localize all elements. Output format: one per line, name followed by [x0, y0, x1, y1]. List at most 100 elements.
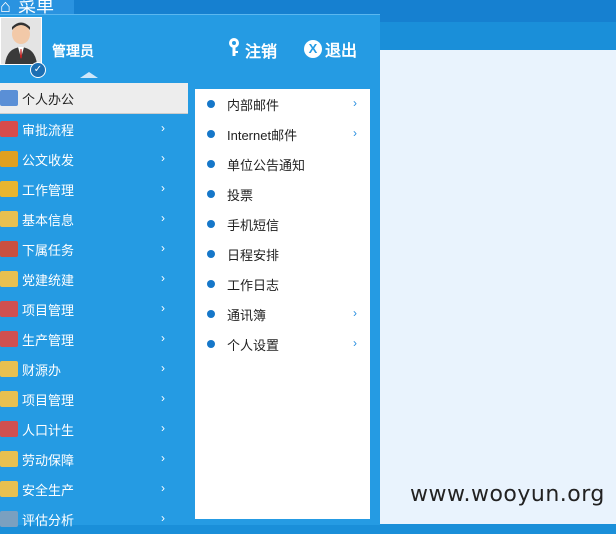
sidebar-item-label: 项目管理 — [22, 302, 75, 318]
chevron-right-icon: › — [161, 151, 165, 165]
menu-item-icon — [0, 271, 18, 287]
watermark: www.wooyun.org — [410, 482, 605, 507]
chevron-right-icon: › — [161, 271, 165, 285]
logoff-label: 注销 — [245, 43, 278, 61]
chevron-right-icon: › — [353, 96, 357, 110]
chevron-right-icon: › — [161, 181, 165, 195]
sidebar-item[interactable]: 劳动保障 › — [0, 444, 188, 474]
bullet-icon — [207, 340, 215, 348]
chevron-right-icon: › — [353, 126, 357, 140]
sidebar-item-label: 财源办 — [22, 362, 62, 378]
bullet-icon — [207, 280, 215, 288]
logoff-button[interactable]: 注销 — [226, 37, 277, 62]
caret-up-icon — [80, 72, 98, 78]
sidebar-item[interactable]: 评估分析 › — [0, 504, 188, 534]
menu-item-icon — [0, 421, 18, 437]
submenu-item[interactable]: 日程安排 — [195, 239, 370, 269]
chevron-right-icon: › — [161, 391, 165, 405]
submenu-item[interactable]: 通讯簿 › — [195, 299, 370, 329]
submenu-item[interactable]: 单位公告通知 — [195, 149, 370, 179]
menu-tab[interactable]: ⌂ 菜单 — [0, 0, 74, 14]
chevron-right-icon: › — [161, 331, 165, 345]
menu-item-icon — [0, 301, 18, 317]
chevron-right-icon: › — [161, 121, 165, 135]
bullet-icon — [207, 100, 215, 108]
sidebar-item[interactable]: 生产管理 › — [0, 324, 188, 354]
sidebar-item[interactable]: 下属任务 › — [0, 234, 188, 264]
menu-item-icon — [0, 511, 18, 527]
sidebar-item-label: 安全生产 — [22, 482, 75, 498]
sidebar-item[interactable]: 工作管理 › — [0, 174, 188, 204]
bullet-icon — [207, 310, 215, 318]
submenu-item[interactable]: Internet邮件 › — [195, 119, 370, 149]
menu-item-icon — [0, 331, 18, 347]
sidebar-item-label: 审批流程 — [22, 122, 75, 138]
chevron-right-icon: › — [161, 211, 165, 225]
sidebar-item-label: 个人办公 — [22, 91, 75, 107]
left-menu: 个人办公 审批流程 › 公文收发 › 工作管理 › 基本信息 › 下属任务 › 党建统建 › 项目管理 › 生… — [0, 83, 188, 534]
avatar-check-icon: ✓ — [30, 62, 46, 78]
submenu-item-label: 工作日志 — [227, 277, 280, 293]
sidebar-item-label: 工作管理 — [22, 182, 75, 198]
bullet-icon — [207, 160, 215, 168]
bullet-icon — [207, 220, 215, 228]
submenu-item-label: 手机短信 — [227, 217, 280, 233]
sidebar-item-label: 下属任务 — [22, 242, 75, 258]
sidebar-item[interactable]: 审批流程 › — [0, 114, 188, 144]
sidebar-item[interactable]: 个人办公 — [0, 83, 188, 114]
chevron-right-icon: › — [353, 336, 357, 350]
menu-item-icon — [0, 151, 18, 167]
sidebar-item[interactable]: 项目管理 › — [0, 294, 188, 324]
sidebar-item[interactable]: 财源办 › — [0, 354, 188, 384]
sub-menu: 内部邮件 › Internet邮件 › 单位公告通知 投票手机短信日程安排工作日志通讯簿 ›… — [195, 89, 370, 519]
menu-item-icon — [0, 361, 18, 377]
sidebar-item-label: 公文收发 — [22, 152, 75, 168]
sidebar-item[interactable]: 人口计生 › — [0, 414, 188, 444]
chevron-right-icon: › — [161, 421, 165, 435]
user-name: 管理员 — [52, 43, 94, 59]
submenu-item-label: 投票 — [227, 187, 254, 203]
chevron-right-icon: › — [161, 451, 165, 465]
chevron-right-icon: › — [161, 511, 165, 525]
submenu-item-label: 个人设置 — [227, 337, 280, 353]
sidebar-item[interactable]: 公文收发 › — [0, 144, 188, 174]
key-icon — [226, 37, 242, 62]
menu-item-icon — [0, 451, 18, 467]
chevron-right-icon: › — [161, 301, 165, 315]
sidebar-item-label: 评估分析 — [22, 512, 75, 528]
sidebar-item[interactable]: 基本信息 › — [0, 204, 188, 234]
menu-item-icon — [0, 211, 18, 227]
chevron-right-icon: › — [161, 241, 165, 255]
bullet-icon — [207, 130, 215, 138]
sidebar-item[interactable]: 安全生产 › — [0, 474, 188, 504]
sidebar-item[interactable]: 项目管理 › — [0, 384, 188, 414]
sidebar-item-label: 项目管理 — [22, 392, 75, 408]
sidebar-item-label: 党建统建 — [22, 272, 75, 288]
submenu-item[interactable]: 手机短信 — [195, 209, 370, 239]
submenu-item[interactable]: 工作日志 — [195, 269, 370, 299]
submenu-item[interactable]: 内部邮件 › — [195, 89, 370, 119]
submenu-item-label: 内部邮件 — [227, 97, 280, 113]
sidebar-item-label: 劳动保障 — [22, 452, 75, 468]
sidebar-item-label: 基本信息 — [22, 212, 75, 228]
submenu-item-label: Internet邮件 — [227, 127, 298, 143]
right-header-band — [380, 22, 616, 50]
sidebar-item-label: 人口计生 — [22, 422, 75, 438]
home-icon: ⌂ — [0, 0, 11, 14]
bullet-icon — [207, 250, 215, 258]
menu-item-icon — [0, 121, 18, 137]
menu-item-icon — [0, 391, 18, 407]
logout-button[interactable]: X 退出 — [304, 37, 357, 61]
start-menu-panel: ✓ 管理员 注销 X 退出 个人办公 审批流程 › 公文收发 › 工作管理 › 基本信息 › 下属… — [0, 14, 380, 528]
submenu-item-label: 单位公告通知 — [227, 157, 306, 173]
chevron-right-icon: › — [161, 481, 165, 495]
user-avatar-icon — [1, 18, 41, 64]
main-content-area — [380, 50, 616, 524]
submenu-item-label: 日程安排 — [227, 247, 280, 263]
menu-item-icon — [0, 241, 18, 257]
menu-item-icon — [0, 90, 18, 106]
submenu-item[interactable]: 投票 — [195, 179, 370, 209]
sidebar-item[interactable]: 党建统建 › — [0, 264, 188, 294]
submenu-item[interactable]: 个人设置 › — [195, 329, 370, 359]
menu-item-icon — [0, 181, 18, 197]
